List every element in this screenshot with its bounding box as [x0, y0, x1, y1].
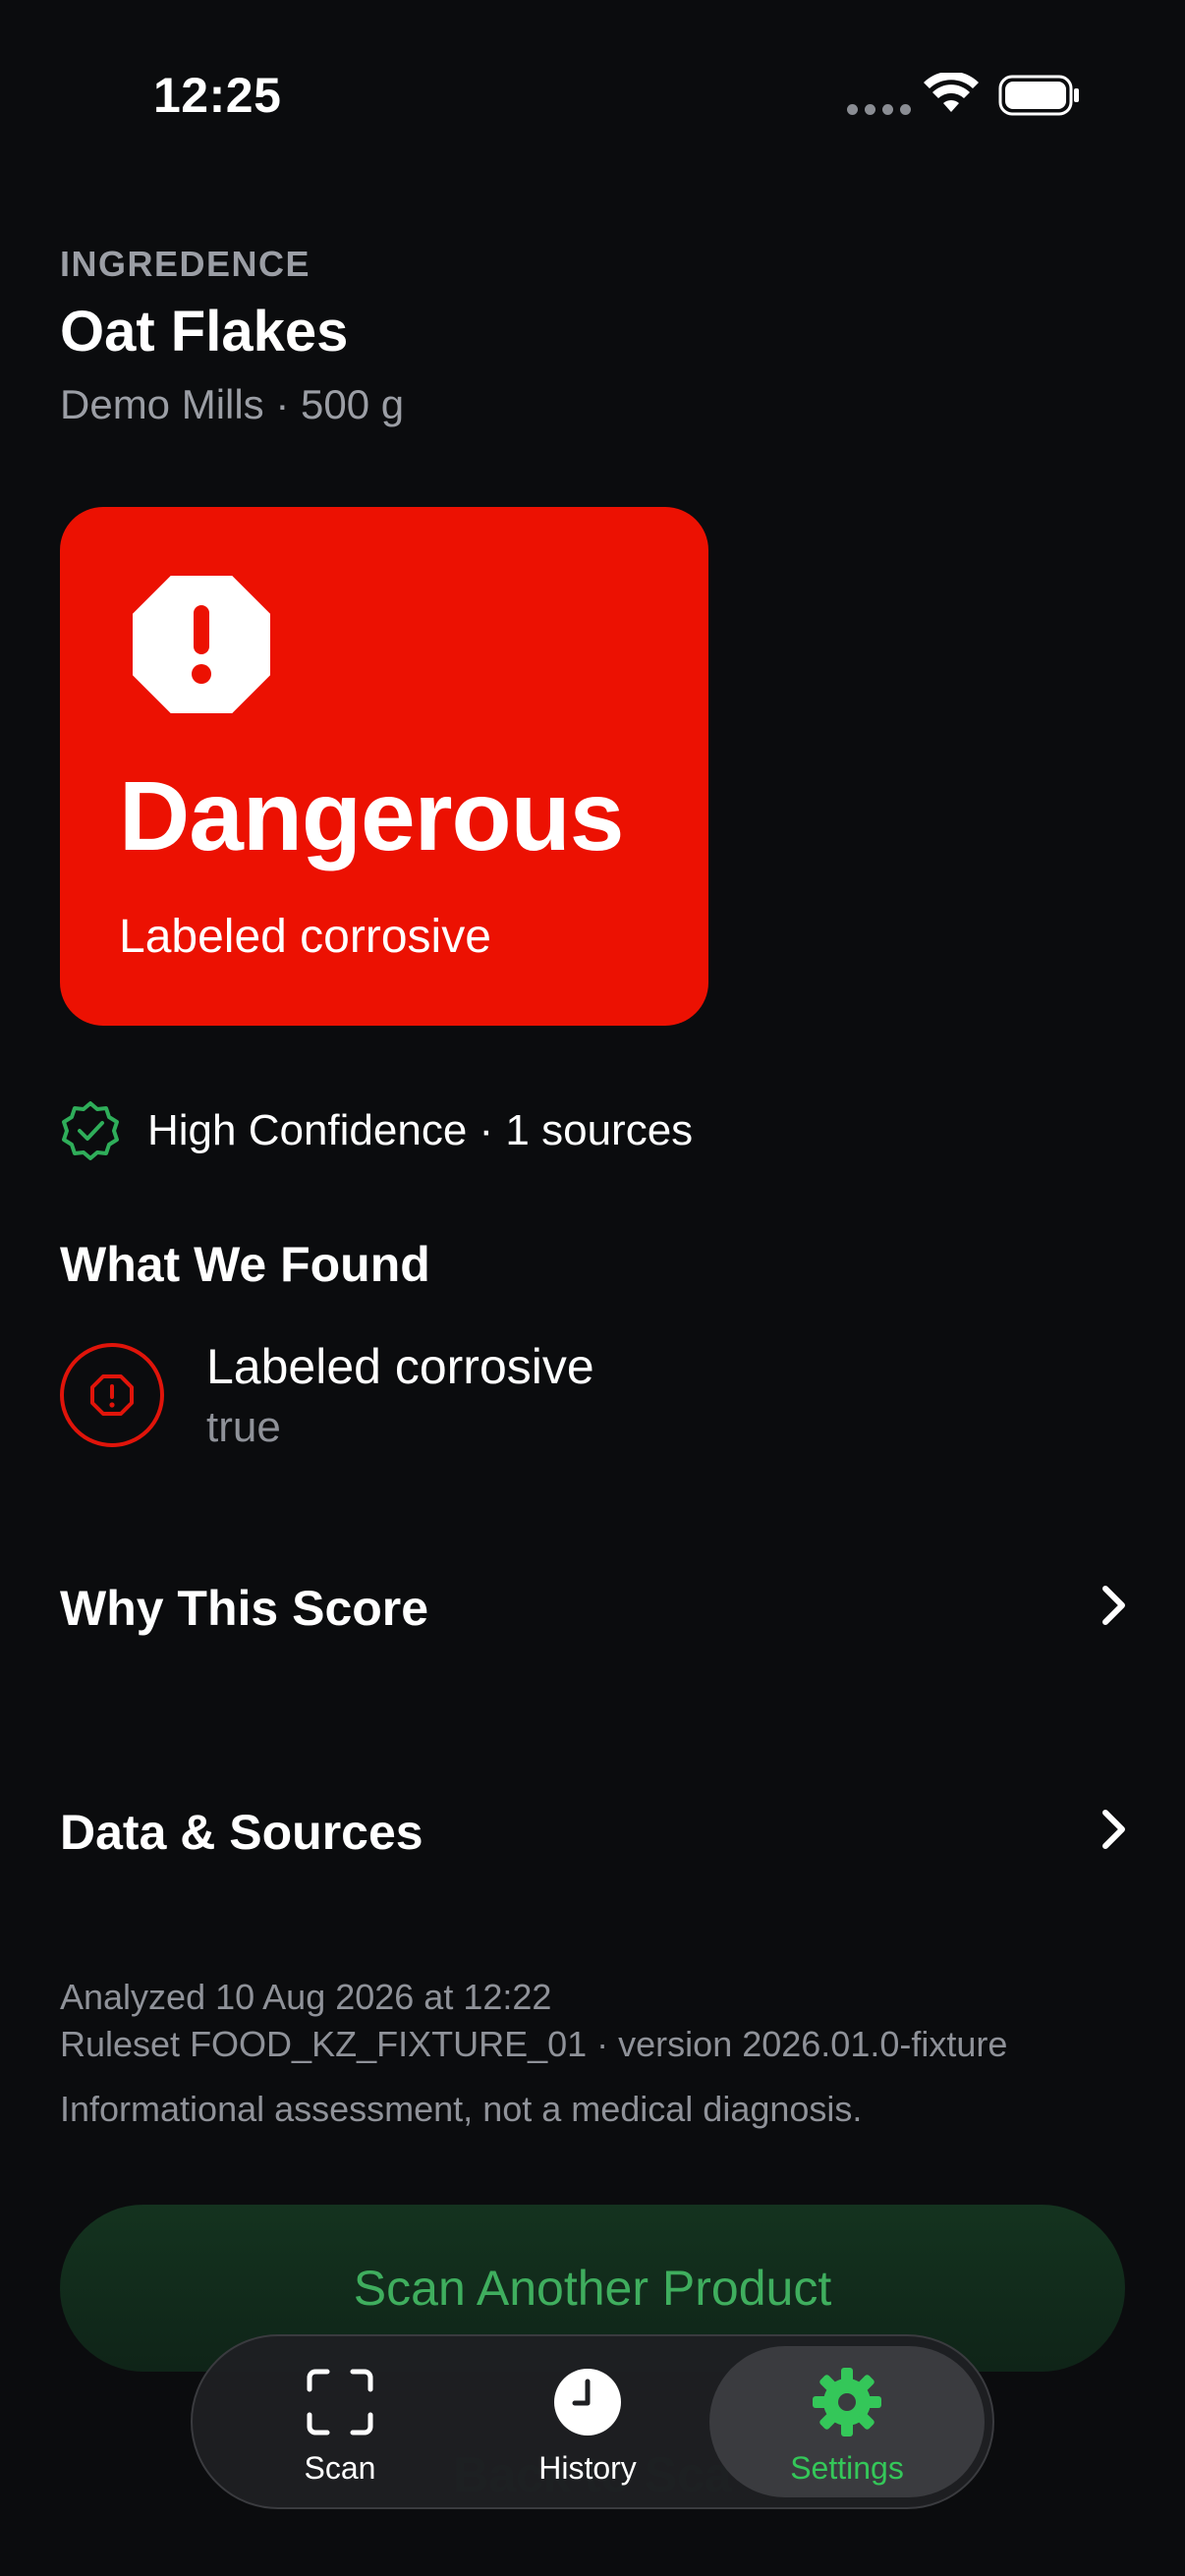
product-subtitle: Demo Mills · 500 g	[60, 381, 405, 427]
data-sources-label: Data & Sources	[60, 1805, 423, 1860]
verdict-label: Dangerous	[119, 761, 624, 871]
tab-bar: Scan History Settings	[191, 2334, 994, 2509]
verdict-reason: Labeled corrosive	[119, 911, 491, 963]
tab-scan[interactable]: Scan	[212, 2336, 468, 2507]
disclaimer-text: Informational assessment, not a medical …	[60, 2089, 863, 2129]
tab-history[interactable]: History	[460, 2336, 715, 2507]
why-this-score-row[interactable]: Why This Score	[0, 1546, 1185, 1664]
app-eyebrow: INGREDENCE	[60, 244, 311, 284]
alert-octagon-icon	[60, 1343, 164, 1447]
gear-icon	[813, 2368, 881, 2436]
finding-value: true	[206, 1403, 281, 1451]
confidence-text: High Confidence · 1 sources	[147, 1106, 694, 1154]
ruleset-version: Ruleset FOOD_KZ_FIXTURE_01 · version 202…	[60, 2024, 1008, 2064]
tab-settings[interactable]: Settings	[719, 2336, 975, 2507]
product-title: Oat Flakes	[60, 300, 349, 364]
why-this-score-label: Why This Score	[60, 1581, 429, 1636]
chevron-right-icon	[1102, 1810, 1125, 1849]
tab-scan-label: Scan	[304, 2450, 376, 2486]
alert-octagon-icon	[133, 576, 270, 713]
analyzed-timestamp: Analyzed 10 Aug 2026 at 12:22	[60, 1977, 552, 2017]
tab-settings-label: Settings	[790, 2450, 904, 2486]
signal-dots-icon	[847, 104, 911, 115]
verified-badge-icon	[62, 1101, 119, 1160]
wifi-icon	[924, 73, 979, 112]
battery-icon	[998, 75, 1079, 116]
status-time: 12:25	[153, 68, 282, 123]
clock-icon	[554, 2369, 621, 2436]
verdict-card: Dangerous Labeled corrosive	[60, 507, 708, 1026]
scan-another-label: Scan Another Product	[353, 2261, 832, 2316]
chevron-right-icon	[1102, 1586, 1125, 1625]
finding-label: Labeled corrosive	[206, 1339, 594, 1394]
scan-frame-icon	[307, 2369, 373, 2436]
data-sources-row[interactable]: Data & Sources	[0, 1770, 1185, 1888]
tab-history-label: History	[538, 2450, 637, 2486]
findings-title: What We Found	[60, 1237, 430, 1292]
